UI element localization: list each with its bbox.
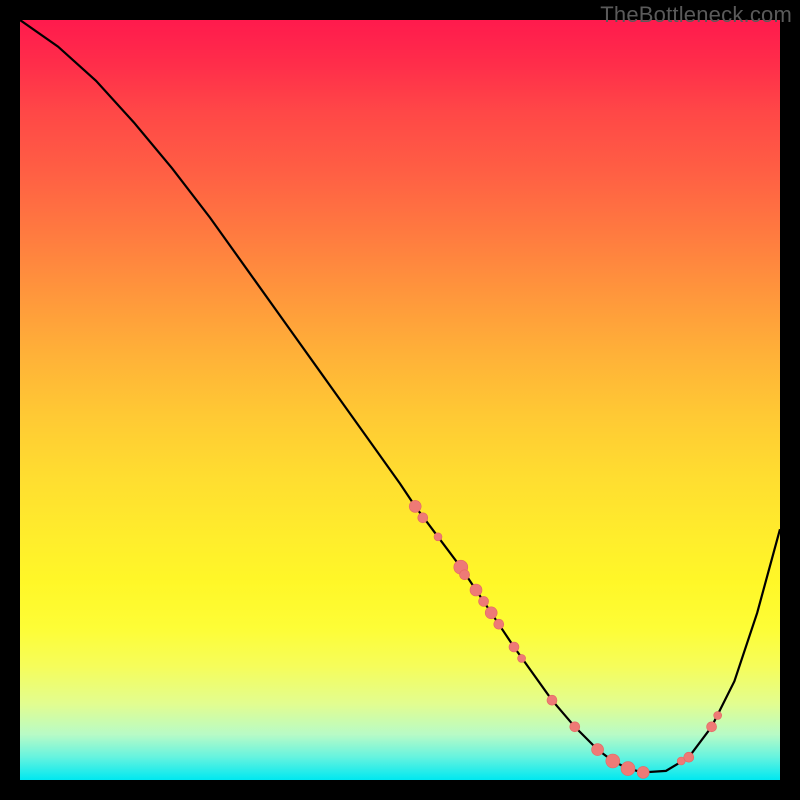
bottleneck-curve	[20, 20, 780, 772]
highlight-marker	[707, 722, 717, 732]
highlight-marker	[621, 762, 635, 776]
highlight-marker	[592, 744, 604, 756]
watermark-label: TheBottleneck.com	[600, 2, 792, 28]
highlight-marker	[460, 570, 470, 580]
highlight-marker	[714, 711, 722, 719]
highlight-marker	[434, 533, 442, 541]
highlight-marker	[606, 754, 620, 768]
highlight-marker	[547, 695, 557, 705]
highlight-marker	[518, 654, 526, 662]
highlight-marker	[485, 607, 497, 619]
highlight-marker	[479, 596, 489, 606]
highlight-marker	[494, 619, 504, 629]
highlight-marker	[418, 513, 428, 523]
highlight-marker	[684, 752, 694, 762]
chart-svg	[20, 20, 780, 780]
highlight-marker	[637, 766, 649, 778]
highlight-marker	[470, 584, 482, 596]
highlight-marker	[409, 500, 421, 512]
chart-plot-area	[20, 20, 780, 780]
highlight-marker	[509, 642, 519, 652]
highlight-markers	[409, 500, 721, 778]
highlight-marker	[570, 722, 580, 732]
